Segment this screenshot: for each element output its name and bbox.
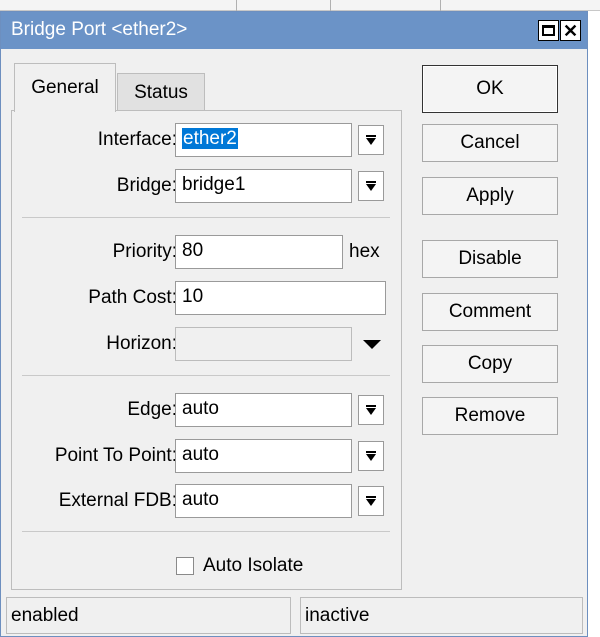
checkbox-icon[interactable] <box>176 557 194 575</box>
tab-general-label: General <box>31 77 99 98</box>
remove-button[interactable]: Remove <box>422 397 558 435</box>
bridge-port-window: Bridge Port <ether2> ✕ General Status In… <box>0 11 588 637</box>
horizon-field[interactable] <box>175 327 352 361</box>
horizon-expand-icon[interactable] <box>363 340 381 349</box>
tab-general[interactable]: General <box>14 63 116 112</box>
apply-button[interactable]: Apply <box>422 177 558 215</box>
priority-row: Priority: 80 hex <box>12 235 403 271</box>
path-cost-row: Path Cost: 10 <box>12 281 403 317</box>
bridge-row: Bridge: bridge1 <box>12 169 403 205</box>
external-fdb-dropdown-icon[interactable] <box>358 486 384 516</box>
disable-button[interactable]: Disable <box>422 240 558 278</box>
background-strip <box>0 0 600 11</box>
horizon-row: Horizon: <box>12 327 403 363</box>
separator <box>22 375 390 376</box>
bridge-dropdown-icon[interactable] <box>358 171 384 201</box>
edge-row: Edge: auto <box>12 393 403 429</box>
copy-label: Copy <box>467 353 513 374</box>
copy-button[interactable]: Copy <box>422 345 558 383</box>
comment-button[interactable]: Comment <box>422 293 558 331</box>
interface-row: Interface: ether2 <box>12 123 403 159</box>
title-bar[interactable]: Bridge Port <ether2> ✕ <box>1 12 587 49</box>
separator <box>22 217 390 218</box>
external-fdb-field[interactable]: auto <box>175 484 352 518</box>
point-to-point-label: Point To Point: <box>54 445 177 466</box>
edge-field[interactable]: auto <box>175 393 352 427</box>
cancel-button[interactable]: Cancel <box>422 124 558 162</box>
edge-dropdown-icon[interactable] <box>358 395 384 425</box>
path-cost-field[interactable]: 10 <box>175 281 386 315</box>
interface-field[interactable]: ether2 <box>175 123 352 157</box>
priority-label: Priority: <box>112 241 177 262</box>
auto-isolate-label: Auto Isolate <box>203 555 304 576</box>
auto-isolate-checkbox[interactable]: Auto Isolate <box>176 555 303 577</box>
close-icon[interactable]: ✕ <box>560 20 581 41</box>
disable-label: Disable <box>458 248 522 269</box>
external-fdb-row: External FDB: auto <box>12 484 403 520</box>
interface-value: ether2 <box>182 128 238 149</box>
separator <box>22 531 390 532</box>
apply-label: Apply <box>466 185 514 206</box>
interface-dropdown-icon[interactable] <box>358 125 384 155</box>
tab-status-label: Status <box>134 81 188 103</box>
edge-label: Edge: <box>127 399 177 420</box>
status-running: inactive <box>300 597 583 634</box>
point-to-point-row: Point To Point: auto <box>12 439 403 475</box>
interface-label: Interface: <box>97 129 177 150</box>
tab-status[interactable]: Status <box>117 73 205 111</box>
bridge-field[interactable]: bridge1 <box>175 169 352 203</box>
maximize-icon[interactable] <box>538 20 559 41</box>
external-fdb-label: External FDB: <box>58 490 177 511</box>
cancel-label: Cancel <box>460 132 520 153</box>
ok-button[interactable]: OK <box>422 65 558 113</box>
status-enabled: enabled <box>6 597 291 634</box>
horizon-label: Horizon: <box>106 333 177 354</box>
general-panel: Interface: ether2 Bridge: bridge1 Priori… <box>11 110 402 590</box>
comment-label: Comment <box>448 301 532 322</box>
priority-field[interactable]: 80 <box>175 235 343 269</box>
bridge-label: Bridge: <box>116 175 177 196</box>
ok-label: OK <box>476 78 504 99</box>
window-title: Bridge Port <ether2> <box>11 19 188 40</box>
point-to-point-field[interactable]: auto <box>175 439 352 473</box>
path-cost-label: Path Cost: <box>88 287 177 308</box>
priority-unit: hex <box>349 241 380 262</box>
point-to-point-dropdown-icon[interactable] <box>358 441 384 471</box>
remove-label: Remove <box>454 405 526 426</box>
